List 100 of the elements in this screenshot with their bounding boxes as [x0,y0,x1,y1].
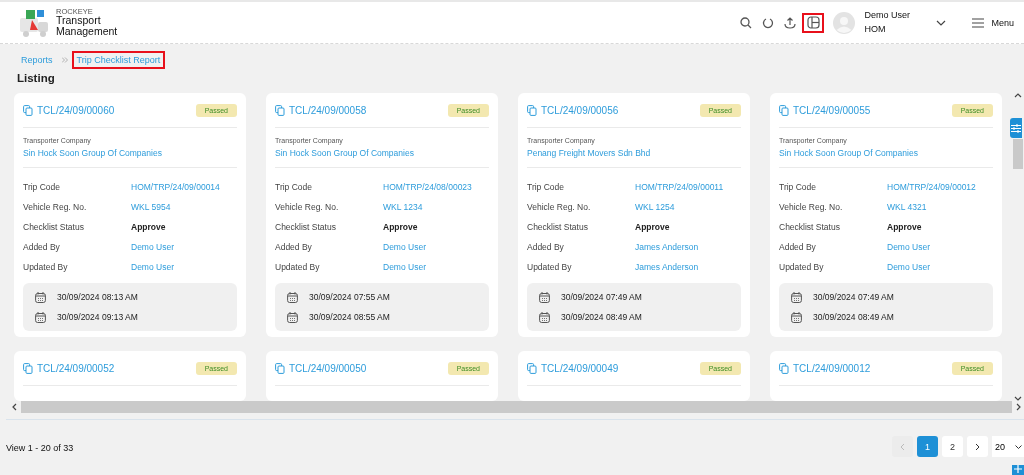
company-link[interactable]: Sin Hock Soon Group Of Companies [779,148,993,158]
field-label: Trip Code [527,181,565,194]
field-value-link[interactable]: WKL 1234 [383,197,489,217]
scroll-right-icon[interactable] [1016,403,1021,411]
field-label: Trip Code [275,181,313,194]
date-time: 30/09/2024 08:13 AM [57,292,138,302]
menu-button[interactable]: Menu [972,17,1014,28]
scroll-left-icon[interactable] [12,403,17,411]
brand-name: Management [56,26,118,38]
checklist-code-link[interactable]: TCL/24/09/00012 [779,362,871,374]
field-value-link[interactable]: Demo User [887,257,993,277]
field-value-link[interactable]: Demo User [131,237,237,257]
field-value-link[interactable]: WKL 5954 [131,197,237,217]
field-label: Added By [23,241,61,254]
calendar-icon [539,311,550,323]
page-title: Listing [17,72,56,86]
breadcrumb-link[interactable]: Reports [16,51,58,69]
copy-icon [275,362,285,374]
calendar-icon [35,311,46,323]
calendar-icon [287,311,298,323]
layout-button[interactable] [802,12,825,33]
checklist-code-link[interactable]: TCL/24/09/00060 [23,104,115,116]
field-label: Vehicle Reg. No. [23,201,88,214]
vertical-scrollbar[interactable] [1012,93,1024,401]
field-value-link[interactable]: James Anderson [635,237,741,257]
chevron-left-icon [900,442,905,451]
field-value-link[interactable]: Demo User [131,257,237,277]
field-value-link[interactable]: HOM/TRP/24/09/00012 [887,177,993,197]
breadcrumb-separator-icon [61,57,68,63]
field-label: Checklist Status [23,221,85,234]
field-value-link[interactable]: HOM/TRP/24/08/00023 [383,177,489,197]
user-name: Demo User [864,9,911,23]
copy-icon [23,104,33,116]
field-value-link[interactable]: WKL 1254 [635,197,741,217]
checklist-code-link[interactable]: TCL/24/09/00049 [527,362,619,374]
calendar-icon [791,291,802,303]
search-icon[interactable] [740,16,753,29]
field-label: Checklist Status [275,221,337,234]
date-time: 30/09/2024 08:55 AM [309,312,390,322]
field-label: Trip Code [779,181,817,194]
page-size-select[interactable]: 20 [992,436,1024,457]
field-value-link[interactable]: Demo User [383,257,489,277]
field-label: Updated By [23,261,69,274]
filter-button[interactable] [1010,118,1022,138]
date-time: 30/09/2024 07:55 AM [309,292,390,302]
checklist-code-link[interactable]: TCL/24/09/00052 [23,362,115,374]
field-label: Added By [527,241,565,254]
calendar-icon [287,291,298,303]
copy-icon [779,362,789,374]
chevron-right-icon [975,442,980,451]
field-value-link[interactable]: James Anderson [635,257,741,277]
user-org: HOM [864,22,887,36]
calendar-icon [791,311,802,323]
calendar-icon [35,291,46,303]
field-value-link[interactable]: Demo User [887,237,993,257]
chevron-down-icon[interactable] [936,19,947,26]
page-button[interactable]: 1 [917,436,938,457]
company-link[interactable]: Sin Hock Soon Group Of Companies [275,148,489,158]
field-label: Updated By [779,261,825,274]
field-label: Trip Code [23,181,61,194]
brand-name: Transport [56,15,101,27]
date-time: 30/09/2024 08:49 AM [813,312,894,322]
field-label: Checklist Status [527,221,589,234]
page-button[interactable]: 2 [942,436,963,457]
field-value: Approve [383,221,419,234]
field-value: Approve [131,221,167,234]
checklist-code-link[interactable]: TCL/24/09/00058 [275,104,367,116]
field-value-link[interactable]: Demo User [383,237,489,257]
date-time: 30/09/2024 07:49 AM [813,292,894,302]
breadcrumb-link[interactable]: Trip Checklist Report [71,51,166,69]
date-time: 30/09/2024 07:49 AM [561,292,642,302]
scroll-up-icon[interactable] [1014,93,1022,98]
company-link[interactable]: Penang Freight Movers Sdn Bhd [527,148,741,158]
checklist-code-link[interactable]: TCL/24/09/00055 [779,104,871,116]
scrollbar-thumb[interactable] [1013,139,1023,169]
checklist-code-link[interactable]: TCL/24/09/00050 [275,362,367,374]
company-link[interactable]: Sin Hock Soon Group Of Companies [23,148,237,158]
field-value-link[interactable]: WKL 4321 [887,197,993,217]
date-time: 30/09/2024 08:49 AM [561,312,642,322]
field-value-link[interactable]: HOM/TRP/24/09/00011 [635,177,741,197]
scroll-down-icon[interactable] [1014,396,1022,401]
field-label: Added By [275,241,313,254]
copy-icon [527,104,537,116]
refresh-icon[interactable] [762,16,775,29]
field-value-link[interactable]: HOM/TRP/24/09/00014 [131,177,237,197]
checklist-code-link[interactable]: TCL/24/09/00056 [527,104,619,116]
field-label: Vehicle Reg. No. [527,201,592,214]
plus-icon [1014,465,1022,473]
copy-icon [779,104,789,116]
date-time: 30/09/2024 09:13 AM [57,312,138,322]
upload-icon[interactable] [784,16,797,29]
field-label: Added By [779,241,817,254]
add-button[interactable] [1012,465,1024,475]
field-label: Updated By [275,261,321,274]
caret-icon [1015,444,1022,449]
field-label: Checklist Status [779,221,841,234]
field-value: Approve [635,221,671,234]
copy-icon [275,104,285,116]
field-value: Approve [887,221,923,234]
field-label: Vehicle Reg. No. [779,201,844,214]
